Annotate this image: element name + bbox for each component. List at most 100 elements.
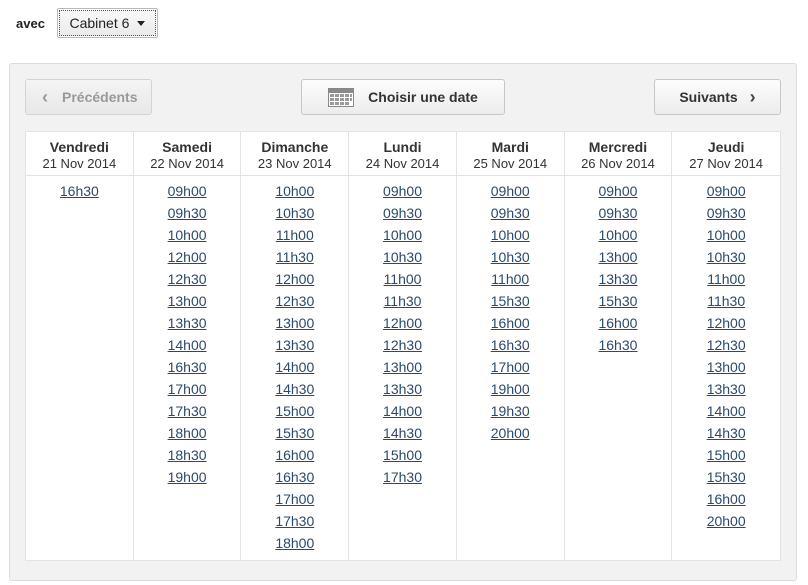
time-slot-link[interactable]: 14h30 bbox=[672, 425, 780, 447]
time-slot-link[interactable]: 16h30 bbox=[134, 359, 241, 381]
time-slot-link[interactable]: 14h00 bbox=[134, 337, 241, 359]
time-slot-link[interactable]: 13h00 bbox=[134, 293, 241, 315]
time-slot-link[interactable]: 11h00 bbox=[457, 271, 564, 293]
slot-list: 09h00 09h30 10h00 10h30 11h00 15h30 16h00 16h30… bbox=[457, 176, 564, 447]
time-slot-link[interactable]: 12h30 bbox=[134, 271, 241, 293]
time-slot-link[interactable]: 09h30 bbox=[349, 205, 456, 227]
time-slot-link[interactable]: 09h30 bbox=[134, 205, 241, 227]
time-slot-link[interactable]: 15h30 bbox=[457, 293, 564, 315]
time-slot-link[interactable]: 10h00 bbox=[134, 227, 241, 249]
time-slot-link[interactable]: 12h30 bbox=[349, 337, 456, 359]
day-name: Mardi bbox=[491, 139, 529, 155]
chevron-left-icon: ‹ bbox=[42, 87, 48, 107]
time-slot-link[interactable]: 12h30 bbox=[672, 337, 780, 359]
time-slot-link[interactable]: 14h00 bbox=[241, 359, 348, 381]
previous-button[interactable]: ‹ Précédents bbox=[25, 79, 152, 115]
time-slot-link[interactable]: 12h00 bbox=[672, 315, 780, 337]
time-slot-link[interactable]: 10h30 bbox=[672, 249, 780, 271]
time-slot-link[interactable]: 12h00 bbox=[134, 249, 241, 271]
time-slot-link[interactable]: 10h00 bbox=[457, 227, 564, 249]
time-slot-link[interactable]: 13h30 bbox=[672, 381, 780, 403]
day-name: Mercredi bbox=[588, 139, 648, 155]
time-slot-link[interactable]: 19h30 bbox=[457, 403, 564, 425]
time-slot-link[interactable]: 13h00 bbox=[672, 359, 780, 381]
day-column: Jeudi 27 Nov 2014 09h00 09h30 10h00 10h30 11… bbox=[672, 132, 781, 560]
time-slot-link[interactable]: 17h30 bbox=[241, 513, 348, 535]
time-slot-link[interactable]: 15h30 bbox=[672, 469, 780, 491]
time-slot-link[interactable]: 10h30 bbox=[349, 249, 456, 271]
time-slot-link[interactable]: 11h30 bbox=[349, 293, 456, 315]
time-slot-link[interactable]: 16h00 bbox=[672, 491, 780, 513]
time-slot-link[interactable]: 14h00 bbox=[672, 403, 780, 425]
time-slot-link[interactable]: 15h00 bbox=[241, 403, 348, 425]
choose-date-button[interactable]: Choisir une date bbox=[301, 79, 505, 115]
time-slot-link[interactable]: 17h30 bbox=[349, 469, 456, 491]
time-slot-link[interactable]: 13h00 bbox=[241, 315, 348, 337]
time-slot-link[interactable]: 17h30 bbox=[134, 403, 241, 425]
time-slot-link[interactable]: 10h30 bbox=[457, 249, 564, 271]
time-slot-link[interactable]: 09h30 bbox=[457, 205, 564, 227]
time-slot-link[interactable]: 15h00 bbox=[349, 447, 456, 469]
time-slot-link[interactable]: 13h00 bbox=[349, 359, 456, 381]
cabinet-dropdown[interactable]: Cabinet 6 bbox=[56, 8, 158, 38]
day-date: 22 Nov 2014 bbox=[150, 156, 224, 171]
time-slot-link[interactable]: 11h30 bbox=[672, 293, 780, 315]
time-slot-link[interactable]: 17h00 bbox=[457, 359, 564, 381]
time-slot-link[interactable]: 10h00 bbox=[349, 227, 456, 249]
next-button[interactable]: Suivants › bbox=[654, 79, 781, 115]
time-slot-link[interactable]: 11h00 bbox=[349, 271, 456, 293]
time-slot-link[interactable]: 12h00 bbox=[349, 315, 456, 337]
time-slot-link[interactable]: 10h00 bbox=[565, 227, 672, 249]
time-slot-link[interactable]: 10h30 bbox=[241, 205, 348, 227]
day-column: Mercredi 26 Nov 2014 09h00 09h30 10h00 13h0… bbox=[564, 132, 673, 560]
time-slot-link[interactable]: 14h00 bbox=[349, 403, 456, 425]
time-slot-link[interactable]: 13h30 bbox=[349, 381, 456, 403]
time-slot-link[interactable]: 12h30 bbox=[241, 293, 348, 315]
time-slot-link[interactable]: 09h00 bbox=[672, 183, 780, 205]
time-slot-link[interactable]: 15h30 bbox=[241, 425, 348, 447]
time-slot-link[interactable]: 19h00 bbox=[457, 381, 564, 403]
time-slot-link[interactable]: 17h00 bbox=[134, 381, 241, 403]
day-name: Samedi bbox=[162, 139, 212, 155]
time-slot-link[interactable]: 13h00 bbox=[565, 249, 672, 271]
time-slot-link[interactable]: 16h00 bbox=[241, 447, 348, 469]
time-slot-link[interactable]: 18h00 bbox=[134, 425, 241, 447]
time-slot-link[interactable]: 09h00 bbox=[349, 183, 456, 205]
time-slot-link[interactable]: 15h00 bbox=[672, 447, 780, 469]
time-slot-link[interactable]: 16h00 bbox=[565, 315, 672, 337]
time-slot-link[interactable]: 16h30 bbox=[241, 469, 348, 491]
time-slot-link[interactable]: 16h30 bbox=[26, 183, 133, 205]
time-slot-link[interactable]: 19h00 bbox=[134, 469, 241, 491]
time-slot-link[interactable]: 12h00 bbox=[241, 271, 348, 293]
time-slot-link[interactable]: 20h00 bbox=[672, 513, 780, 535]
slots-grid: Vendredi 21 Nov 2014 16h30 Samedi 22 Nov… bbox=[25, 131, 781, 561]
time-slot-link[interactable]: 10h00 bbox=[241, 183, 348, 205]
time-slot-link[interactable]: 14h30 bbox=[241, 381, 348, 403]
time-slot-link[interactable]: 09h30 bbox=[672, 205, 780, 227]
time-slot-link[interactable]: 17h00 bbox=[241, 491, 348, 513]
day-date: 26 Nov 2014 bbox=[581, 156, 655, 171]
time-slot-link[interactable]: 09h00 bbox=[134, 183, 241, 205]
time-slot-link[interactable]: 09h30 bbox=[565, 205, 672, 227]
time-slot-link[interactable]: 16h30 bbox=[457, 337, 564, 359]
time-slot-link[interactable]: 13h30 bbox=[241, 337, 348, 359]
availability-panel: ‹ Précédents Choisir une date Suivants ›… bbox=[9, 63, 797, 581]
time-slot-link[interactable]: 11h00 bbox=[241, 227, 348, 249]
time-slot-link[interactable]: 11h30 bbox=[241, 249, 348, 271]
time-slot-link[interactable]: 10h00 bbox=[672, 227, 780, 249]
time-slot-link[interactable]: 14h30 bbox=[349, 425, 456, 447]
time-slot-link[interactable]: 13h30 bbox=[134, 315, 241, 337]
cabinet-selected-value: Cabinet 6 bbox=[69, 15, 130, 31]
time-slot-link[interactable]: 13h30 bbox=[565, 271, 672, 293]
time-slot-link[interactable]: 11h00 bbox=[672, 271, 780, 293]
time-slot-link[interactable]: 09h00 bbox=[565, 183, 672, 205]
time-slot-link[interactable]: 18h00 bbox=[241, 535, 348, 557]
time-slot-link[interactable]: 18h30 bbox=[134, 447, 241, 469]
time-slot-link[interactable]: 16h30 bbox=[565, 337, 672, 359]
time-slot-link[interactable]: 15h30 bbox=[565, 293, 672, 315]
time-slot-link[interactable]: 09h00 bbox=[457, 183, 564, 205]
chevron-right-icon: › bbox=[749, 87, 756, 107]
time-slot-link[interactable]: 20h00 bbox=[457, 425, 564, 447]
day-column: Samedi 22 Nov 2014 09h00 09h30 10h00 12h00 1… bbox=[133, 132, 242, 560]
time-slot-link[interactable]: 16h00 bbox=[457, 315, 564, 337]
